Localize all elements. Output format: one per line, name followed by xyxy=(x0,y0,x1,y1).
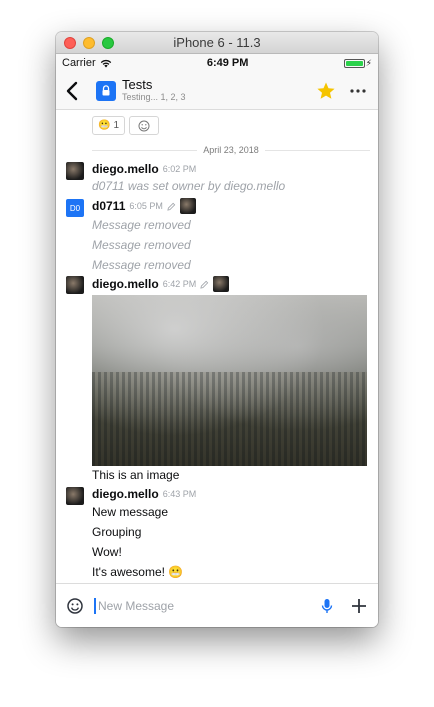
removed-message: Message removed xyxy=(92,238,191,252)
minimize-window-button[interactable] xyxy=(83,37,95,49)
back-button[interactable] xyxy=(64,79,80,103)
message-username[interactable]: diego.mello xyxy=(92,277,159,291)
date-separator: April 23, 2018 xyxy=(92,144,371,156)
message-text: Grouping xyxy=(92,525,142,539)
editor-avatar xyxy=(179,198,196,214)
message-time: 6:02 PM xyxy=(162,164,197,174)
message-header: diego.mello 6:02 PM xyxy=(92,162,196,176)
message-header: diego.mello 6:43 PM xyxy=(92,487,196,501)
window-title: iPhone 6 - 11.3 xyxy=(173,35,261,50)
favorite-button[interactable] xyxy=(316,81,336,101)
status-time: 6:49 PM xyxy=(206,57,249,69)
reaction-item[interactable]: 😬 1 xyxy=(92,116,126,135)
message-header: diego.mello 6:42 PM xyxy=(92,276,230,292)
reaction-emoji: 😬 xyxy=(98,120,111,131)
edit-icon xyxy=(167,202,176,211)
simulator-window: iPhone 6 - 11.3 Carrier 6:49 PM ⚡ Tests … xyxy=(56,32,378,627)
removed-message: Message removed xyxy=(92,218,191,232)
message-header: d0711 6:05 PM xyxy=(92,198,196,214)
carrier-label: Carrier xyxy=(62,57,96,69)
message-time: 6:43 PM xyxy=(162,489,197,499)
more-options-button[interactable] xyxy=(348,81,368,101)
message-text: Wow! xyxy=(92,545,122,559)
microphone-icon[interactable] xyxy=(318,597,336,615)
reaction-count: 1 xyxy=(113,120,120,131)
message-username[interactable]: diego.mello xyxy=(92,487,159,501)
edit-icon xyxy=(200,280,209,289)
message-username[interactable]: d0711 xyxy=(92,199,125,213)
date-label: April 23, 2018 xyxy=(203,145,259,155)
room-header: Tests Testing... 1, 2, 3 xyxy=(56,72,378,110)
system-message: d0711 was set owner by diego.mello xyxy=(92,179,286,193)
avatar[interactable] xyxy=(66,487,84,505)
image-attachment[interactable] xyxy=(92,295,367,466)
window-controls xyxy=(64,37,114,49)
star-icon xyxy=(317,82,335,99)
close-window-button[interactable] xyxy=(64,37,76,49)
editor-avatar xyxy=(213,276,230,292)
battery-icon: ⚡ xyxy=(343,58,372,69)
more-horizontal-icon xyxy=(350,89,366,93)
message-text: It's awesome! 😬 xyxy=(92,565,184,579)
chevron-left-icon xyxy=(66,81,78,100)
message-text: New message xyxy=(92,505,169,519)
message-time: 6:05 PM xyxy=(129,201,163,211)
reactions-bar: 😬 1 xyxy=(92,116,160,135)
avatar[interactable] xyxy=(66,162,84,180)
message-composer xyxy=(56,583,378,627)
message-input[interactable] xyxy=(94,597,312,614)
wifi-icon xyxy=(100,59,111,67)
emoji-button[interactable] xyxy=(66,597,84,615)
room-topic: Testing... 1, 2, 3 xyxy=(122,92,186,102)
message-list[interactable]: 😬 1 April 23, 2018 diego.mello 6:02 PM d… xyxy=(56,110,378,581)
lock-icon xyxy=(102,85,110,96)
room-name: Tests xyxy=(122,77,153,92)
add-reaction-button[interactable] xyxy=(129,116,160,135)
message-time: 6:42 PM xyxy=(162,279,197,289)
ios-status-bar: Carrier 6:49 PM ⚡ xyxy=(56,54,378,72)
avatar[interactable]: D0 xyxy=(66,199,84,217)
avatar[interactable] xyxy=(66,276,84,294)
room-info[interactable]: Tests Testing... 1, 2, 3 xyxy=(122,78,186,103)
message-username[interactable]: diego.mello xyxy=(92,162,159,176)
removed-message: Message removed xyxy=(92,258,191,272)
room-avatar xyxy=(96,80,116,101)
maximize-window-button[interactable] xyxy=(102,37,114,49)
image-caption: This is an image xyxy=(92,468,180,482)
smiley-icon xyxy=(138,120,150,131)
window-titlebar: iPhone 6 - 11.3 xyxy=(56,32,378,54)
plus-icon[interactable] xyxy=(350,597,368,615)
